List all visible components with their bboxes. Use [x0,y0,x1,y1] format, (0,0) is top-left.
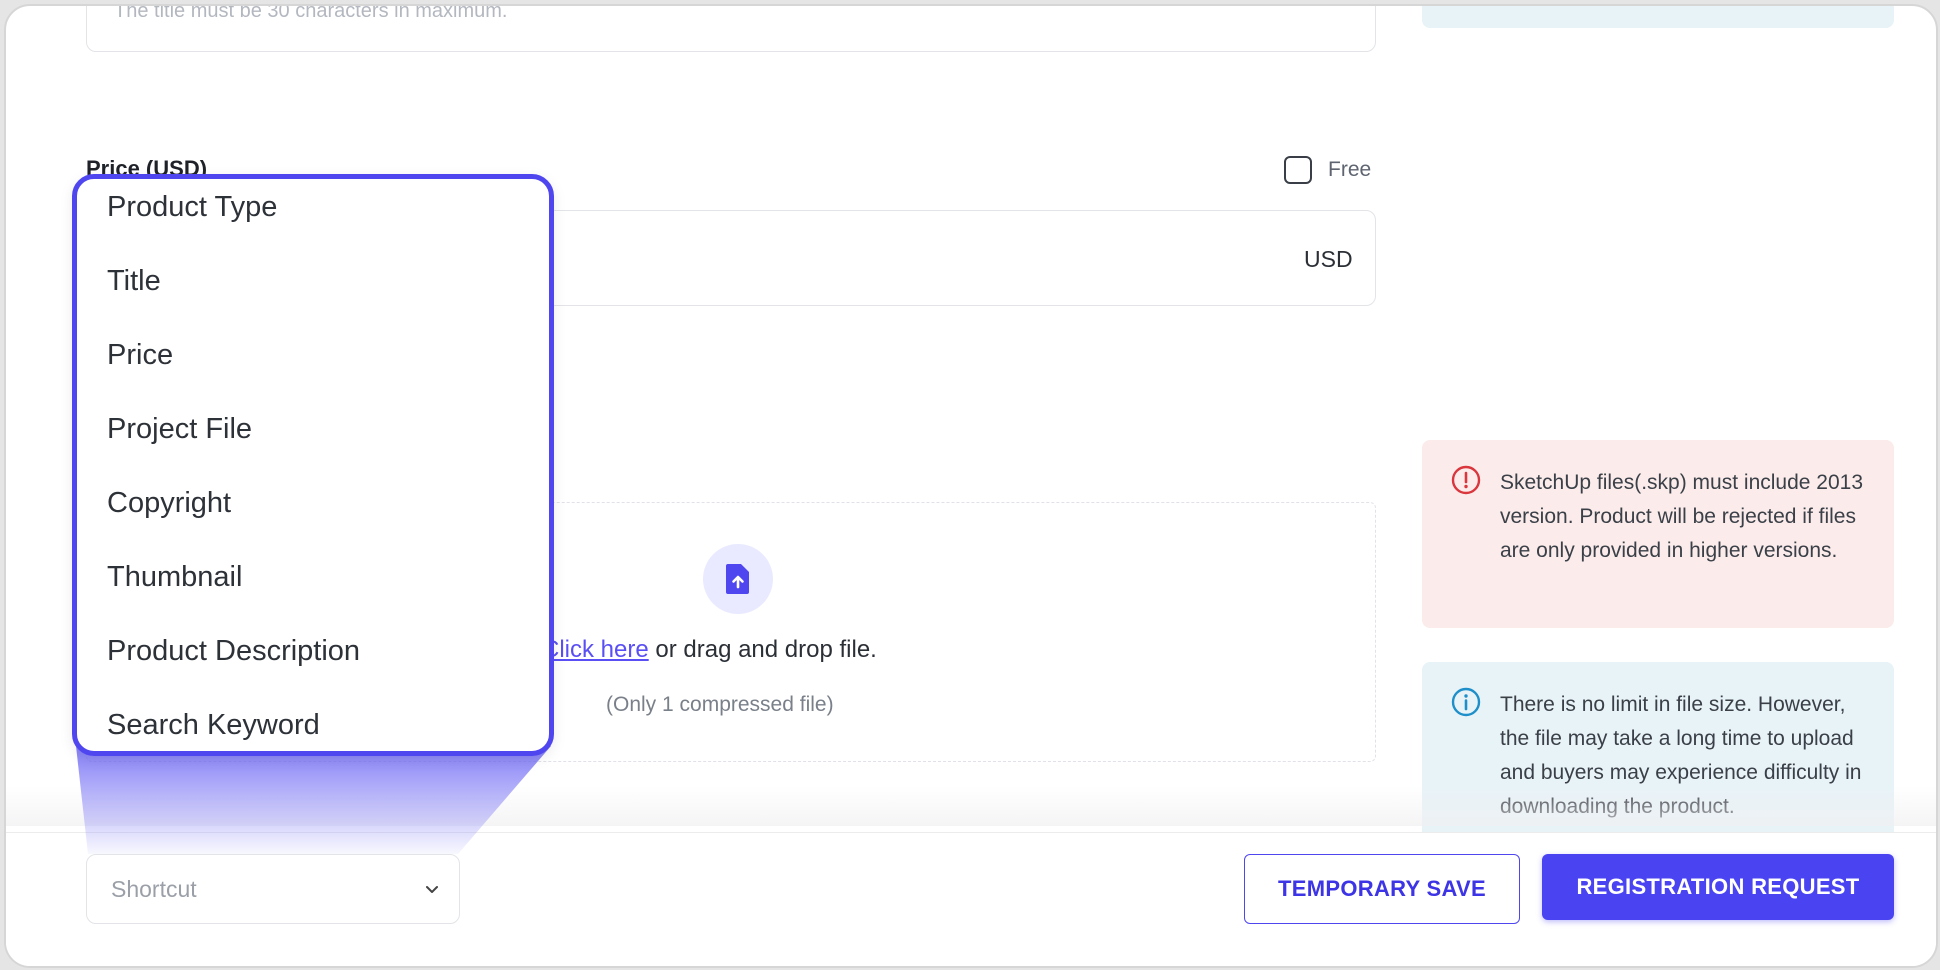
drop-instructions: Click here or drag and drop file. [542,636,877,664]
menu-item-product-type[interactable]: Product Type [107,191,277,224]
warning-text: SketchUp files(.skp) must include 2013 v… [1500,471,1863,562]
file-upload-icon[interactable] [703,544,773,614]
title-hint: The title must be 30 characters in maxim… [114,4,508,22]
menu-item-thumbnail[interactable]: Thumbnail [107,561,242,594]
temporary-save-button[interactable]: TEMPORARY SAVE [1244,854,1520,924]
chevron-down-icon [426,886,438,893]
shortcut-placeholder: Shortcut [111,875,197,902]
registration-request-button[interactable]: REGISTRATION REQUEST [1542,854,1894,920]
menu-item-title[interactable]: Title [107,265,161,298]
upload-note: (Only 1 compressed file) [606,693,834,716]
menu-item-product-description[interactable]: Product Description [107,635,360,668]
bottom-shadow [6,786,1936,826]
menu-item-project-file[interactable]: Project File [107,413,252,446]
free-checkbox-group[interactable]: Free [1284,156,1371,184]
info-circle-icon [1451,687,1481,717]
price-unit: USD [1304,246,1353,272]
free-label: Free [1328,158,1372,181]
info-box-partial [1422,6,1894,28]
drag-drop-text: or drag and drop file. [648,636,877,663]
exclamation-circle-icon [1451,465,1481,495]
menu-item-copyright[interactable]: Copyright [107,487,231,520]
warning-alert: SketchUp files(.skp) must include 2013 v… [1422,440,1894,628]
click-here-link[interactable]: Click here [542,636,649,663]
free-checkbox[interactable] [1284,156,1312,184]
shortcut-menu: Product Type Title Price Project File Co… [72,174,554,756]
app-window: The title must be 30 characters in maxim… [4,4,1938,968]
menu-item-price[interactable]: Price [107,339,173,372]
shortcut-select[interactable]: Shortcut [86,854,460,924]
menu-item-search-keyword[interactable]: Search Keyword [107,709,320,742]
